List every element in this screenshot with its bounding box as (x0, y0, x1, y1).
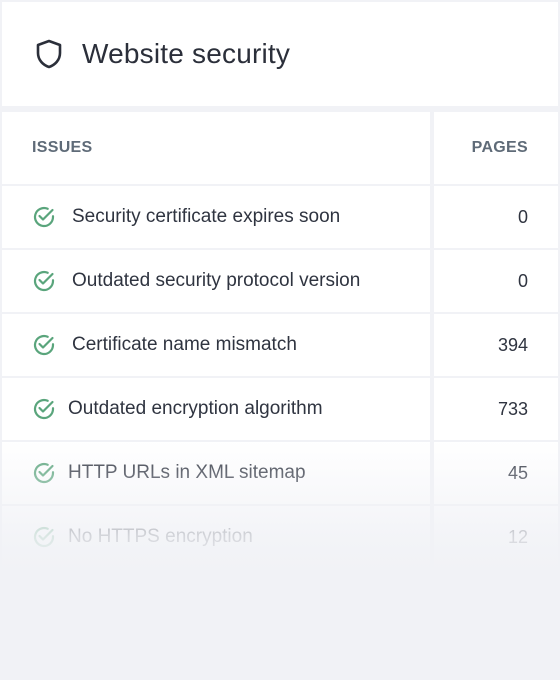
table-row[interactable]: Outdated encryption algorithm 733 (2, 378, 558, 442)
issues-column-header[interactable]: ISSUES (2, 112, 434, 184)
pages-count: 12 (507, 526, 528, 547)
card-header: Website security (2, 2, 558, 112)
pages-cell: 733 (434, 378, 558, 440)
pages-count: 0 (517, 270, 528, 291)
table-row[interactable]: Outdated security protocol version 0 (2, 250, 558, 314)
card-title: Website security (82, 38, 291, 69)
check-circle-icon (32, 525, 56, 549)
website-security-card: Website security ISSUES PAGES Security c… (2, 2, 558, 680)
issue-label: HTTP URLs in XML sitemap (68, 462, 306, 483)
pages-count: 733 (497, 398, 528, 419)
issue-cell: Outdated encryption algorithm (2, 378, 434, 440)
issue-cell: Certificate name mismatch (2, 314, 434, 376)
pages-cell: 12 (434, 506, 558, 568)
issue-cell: Outdated security protocol version (2, 250, 434, 312)
pages-cell: 0 (434, 186, 558, 248)
table-row[interactable]: No HTTPS encryption 12 (2, 506, 558, 570)
issue-cell: HTTP URLs in XML sitemap (2, 442, 434, 504)
issues-header-label: ISSUES (32, 139, 93, 156)
issue-label: No HTTPS encryption (68, 526, 253, 547)
check-circle-icon (32, 333, 56, 357)
pages-header-label: PAGES (471, 139, 528, 156)
issue-label: Security certificate expires soon (72, 206, 341, 227)
shield-icon (34, 39, 64, 69)
table-row[interactable]: HTTP URLs in XML sitemap 45 (2, 442, 558, 506)
pages-cell: 394 (434, 314, 558, 376)
check-circle-icon (32, 397, 56, 421)
check-circle-icon (32, 205, 56, 229)
pages-cell: 0 (434, 250, 558, 312)
issue-label: Certificate name mismatch (72, 334, 297, 355)
pages-count: 0 (517, 206, 528, 227)
issue-label: Outdated security protocol version (72, 270, 361, 291)
table-header-row: ISSUES PAGES (2, 112, 558, 186)
pages-count: 394 (497, 334, 528, 355)
issue-cell: Security certificate expires soon (2, 186, 434, 248)
pages-count: 45 (507, 462, 528, 483)
pages-cell: 45 (434, 442, 558, 504)
issue-label: Outdated encryption algorithm (68, 398, 323, 419)
pages-column-header[interactable]: PAGES (434, 112, 558, 184)
issues-table: ISSUES PAGES Security certificate expire… (2, 112, 558, 570)
table-row[interactable]: Certificate name mismatch 394 (2, 314, 558, 378)
check-circle-icon (32, 269, 56, 293)
table-row[interactable]: Security certificate expires soon 0 (2, 186, 558, 250)
check-circle-icon (32, 461, 56, 485)
issue-cell: No HTTPS encryption (2, 506, 434, 568)
